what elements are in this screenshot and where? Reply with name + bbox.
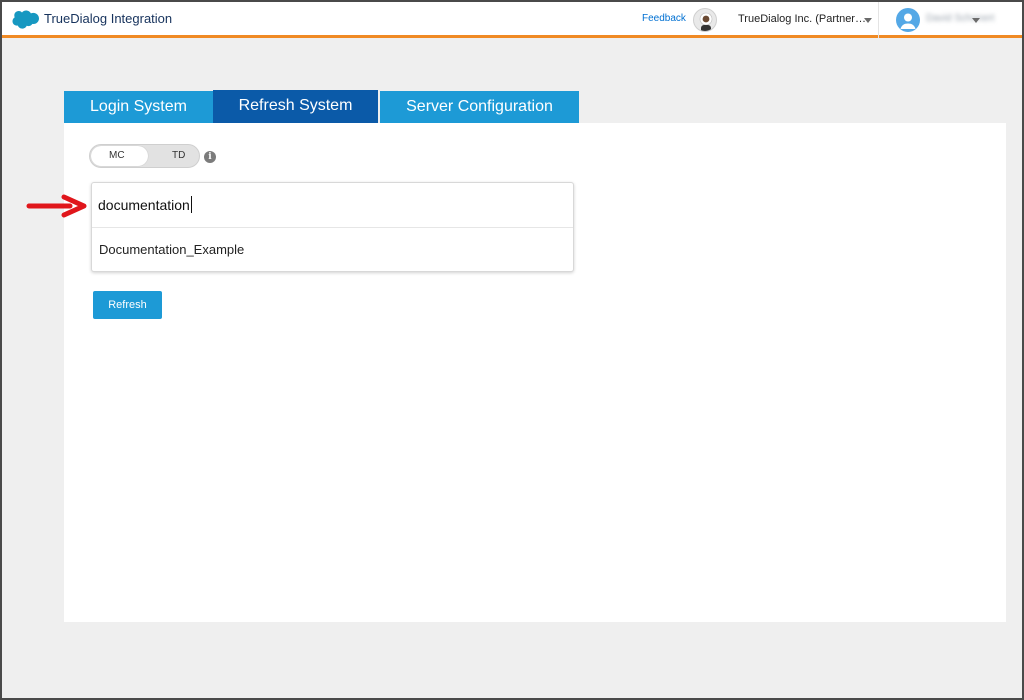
tab-server-configuration[interactable]: Server Configuration <box>380 91 579 123</box>
global-header: TrueDialog Integration Feedback TrueDial… <box>2 2 1022 38</box>
refresh-button[interactable]: Refresh <box>93 291 162 319</box>
user-avatar-icon[interactable] <box>896 8 920 32</box>
text-cursor <box>191 196 192 213</box>
app-window: TrueDialog Integration Feedback TrueDial… <box>0 0 1024 700</box>
org-switcher[interactable]: TrueDialog Inc. (Partner… <box>738 13 866 25</box>
annotation-arrow-icon <box>26 194 87 218</box>
tab-refresh-system[interactable]: Refresh System <box>213 90 378 123</box>
mc-td-toggle[interactable]: MC TD <box>89 144 200 168</box>
search-input[interactable] <box>92 183 573 228</box>
app-title: TrueDialog Integration <box>44 11 173 26</box>
search-combobox: Documentation_Example <box>91 182 574 272</box>
tab-login-system[interactable]: Login System <box>64 91 213 123</box>
user-menu[interactable]: David Schonert <box>926 13 994 24</box>
toggle-label-td: TD <box>172 150 186 161</box>
feedback-link[interactable]: Feedback <box>642 13 686 24</box>
astro-avatar-icon[interactable] <box>693 8 717 32</box>
toggle-label-mc: MC <box>109 150 125 161</box>
info-icon[interactable]: i <box>204 151 216 163</box>
chevron-down-icon[interactable] <box>972 18 980 23</box>
salesforce-cloud-icon <box>12 10 39 29</box>
chevron-down-icon[interactable] <box>864 18 872 23</box>
header-divider <box>878 2 879 38</box>
suggestion-item[interactable]: Documentation_Example <box>92 229 573 271</box>
